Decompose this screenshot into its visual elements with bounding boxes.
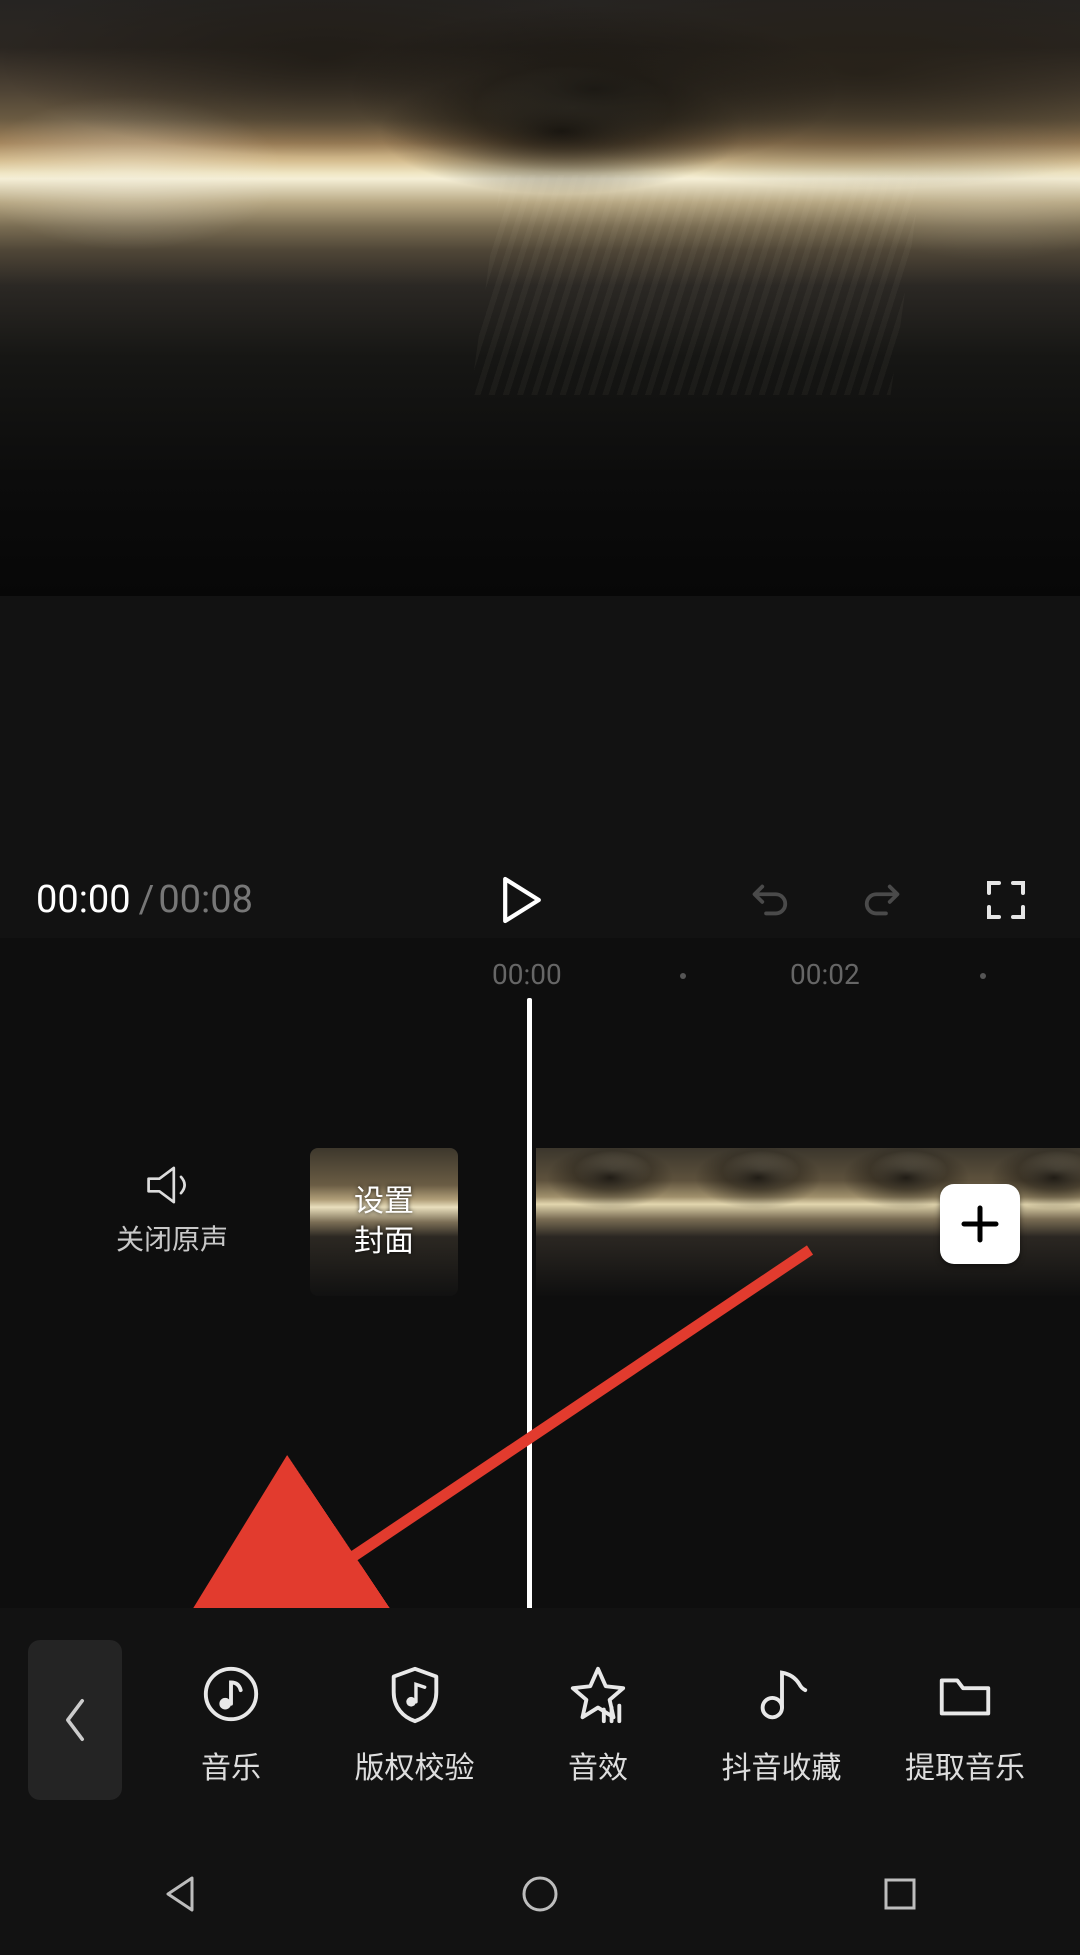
nav-recent[interactable] (840, 1859, 960, 1929)
plus-icon (958, 1202, 1002, 1246)
tool-douyin-label: 抖音收藏 (722, 1743, 842, 1787)
audio-toolbar: 音乐 版权校验 音效 (0, 1608, 1080, 1832)
fullscreen-icon (985, 879, 1027, 921)
cover-label: 设置 封面 (354, 1182, 414, 1263)
set-cover-button[interactable]: 设置 封面 (310, 1148, 458, 1296)
tool-sound-effects[interactable]: 音效 (515, 1653, 681, 1787)
tool-music-label: 音乐 (201, 1743, 261, 1787)
shield-music-icon (384, 1663, 446, 1725)
music-icon (200, 1663, 262, 1725)
speaker-icon (145, 1162, 199, 1208)
tool-copyright-label: 版权校验 (355, 1743, 475, 1787)
tool-sfx-label: 音效 (568, 1743, 628, 1787)
tool-music[interactable]: 音乐 (148, 1653, 314, 1787)
time-total: 00:08 (158, 878, 253, 922)
playhead[interactable] (527, 998, 532, 1668)
toolbar-back-button[interactable] (28, 1640, 122, 1800)
chevron-left-icon (59, 1696, 91, 1744)
star-sfx-icon (567, 1663, 629, 1725)
tool-douyin-favorites[interactable]: 抖音收藏 (699, 1653, 865, 1787)
tool-extract-label: 提取音乐 (905, 1743, 1025, 1787)
tiktok-note-icon (751, 1663, 813, 1725)
ruler-dot (980, 973, 986, 979)
redo-button[interactable] (856, 872, 912, 928)
playback-controls: 00:00 / 00:08 (0, 862, 1080, 938)
clip-strip: 关闭原声 设置 封面 (0, 1148, 1080, 1306)
add-clip-button[interactable] (940, 1184, 1020, 1264)
nav-home-icon (516, 1870, 564, 1918)
mute-label: 关闭原声 (112, 1218, 232, 1258)
tool-extract-music[interactable]: 提取音乐 (882, 1653, 1048, 1787)
nav-back-icon (156, 1870, 204, 1918)
android-nav-bar (0, 1832, 1080, 1955)
time-current: 00:00 (36, 878, 131, 922)
play-button[interactable] (494, 872, 550, 928)
ruler-dot (680, 973, 686, 979)
play-icon (501, 876, 543, 924)
nav-back[interactable] (120, 1859, 240, 1929)
timeline[interactable]: 00:00 00:02 关闭原声 设置 封面 (0, 938, 1080, 1714)
redo-icon (861, 877, 907, 923)
folder-icon (934, 1663, 996, 1725)
ruler-mark-2: 00:02 (790, 958, 860, 991)
video-preview[interactable] (0, 0, 1080, 596)
ruler-mark-0: 00:00 (492, 958, 562, 991)
nav-recent-icon (876, 1870, 924, 1918)
clip-thumbnail[interactable] (536, 1148, 684, 1296)
preview-light-rays (471, 175, 922, 395)
nav-home[interactable] (480, 1859, 600, 1929)
undo-icon (745, 877, 791, 923)
fullscreen-button[interactable] (978, 872, 1034, 928)
mute-original-audio[interactable]: 关闭原声 (112, 1162, 232, 1258)
time-ruler: 00:00 00:02 (0, 958, 1080, 998)
time-separator: / (139, 878, 155, 922)
clip-thumbnail[interactable] (684, 1148, 832, 1296)
undo-button[interactable] (740, 872, 796, 928)
tool-copyright-check[interactable]: 版权校验 (332, 1653, 498, 1787)
